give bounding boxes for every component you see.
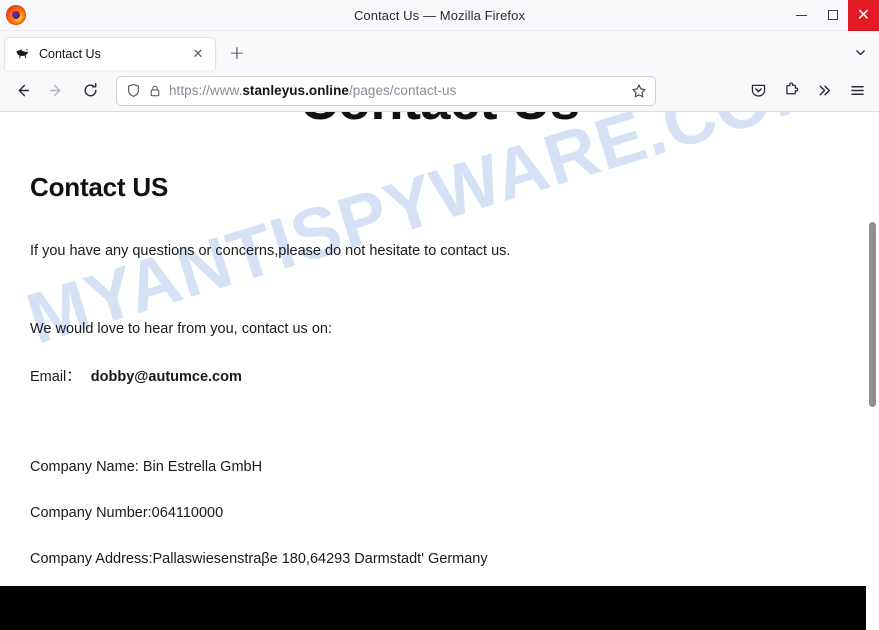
url-path: /pages/contact-us xyxy=(348,83,457,98)
tab-title: Contact Us xyxy=(39,47,101,61)
minimize-button[interactable] xyxy=(786,0,817,31)
tab-contact-us[interactable]: Contact Us ✕ xyxy=(4,37,216,70)
url-host: stanleyus.online xyxy=(242,83,349,98)
url-scheme: https://www. xyxy=(169,83,243,98)
page-viewport: Contact Us MYANTISPYWARE.COM Contact US … xyxy=(0,112,879,630)
forward-button[interactable] xyxy=(40,75,72,107)
pocket-icon[interactable] xyxy=(742,75,774,107)
scrollbar-thumb[interactable] xyxy=(869,222,876,407)
shield-icon[interactable] xyxy=(126,83,141,98)
intro-paragraph: If you have any questions or concerns,pl… xyxy=(30,243,511,259)
browser-window: Contact Us — Mozilla Firefox ✕ Contact U… xyxy=(0,0,879,630)
close-icon: ✕ xyxy=(856,5,871,24)
url-bar[interactable]: https://www.stanleyus.online/pages/conta… xyxy=(116,75,656,106)
contact-invite-paragraph: We would love to hear from you, contact … xyxy=(30,321,332,338)
chevron-down-icon[interactable] xyxy=(845,37,875,67)
app-menu-icon[interactable] xyxy=(841,75,873,107)
extensions-icon[interactable] xyxy=(775,75,807,107)
minimize-icon xyxy=(796,14,807,16)
toolbar-right-icons xyxy=(742,75,873,107)
email-label: Email： xyxy=(30,368,81,385)
company-number-line: Company Number:064110000 xyxy=(30,505,224,522)
back-button[interactable] xyxy=(6,75,38,107)
company-address-line: Company Address:Pallaswiesenstraβe 180,6… xyxy=(30,551,488,568)
email-value[interactable]: dobby@autumce.com xyxy=(81,369,242,385)
page-footer-bar xyxy=(0,586,879,630)
overflow-menu-icon[interactable] xyxy=(808,75,840,107)
firefox-logo-icon xyxy=(6,5,26,25)
new-tab-button[interactable]: + xyxy=(222,38,252,68)
web-page: Contact Us MYANTISPYWARE.COM Contact US … xyxy=(0,112,879,630)
star-icon[interactable] xyxy=(631,83,647,99)
tab-strip: Contact Us ✕ + xyxy=(0,31,879,70)
banner-heading: Contact Us xyxy=(0,112,879,132)
title-bar: Contact Us — Mozilla Firefox ✕ xyxy=(0,0,879,31)
company-name-line: Company Name: Bin Estrella GmbH xyxy=(30,458,263,475)
close-window-button[interactable]: ✕ xyxy=(848,0,879,31)
page-title: Contact US xyxy=(30,172,169,202)
page-scrollbar[interactable] xyxy=(866,112,879,630)
email-line: Email： dobby@autumce.com xyxy=(30,367,839,387)
url-text[interactable]: https://www.stanleyus.online/pages/conta… xyxy=(169,83,624,98)
window-title: Contact Us — Mozilla Firefox xyxy=(353,7,526,23)
tab-close-button[interactable]: ✕ xyxy=(189,45,207,63)
navigation-toolbar: https://www.stanleyus.online/pages/conta… xyxy=(0,70,879,112)
page-content: Contact US If you have any questions or … xyxy=(30,172,839,570)
maximize-button[interactable] xyxy=(817,0,848,31)
window-controls: ✕ xyxy=(786,0,879,31)
maximize-icon xyxy=(827,10,838,20)
lock-icon[interactable] xyxy=(148,84,162,98)
reload-button[interactable] xyxy=(74,75,106,107)
bull-silhouette-favicon-icon xyxy=(15,46,31,62)
